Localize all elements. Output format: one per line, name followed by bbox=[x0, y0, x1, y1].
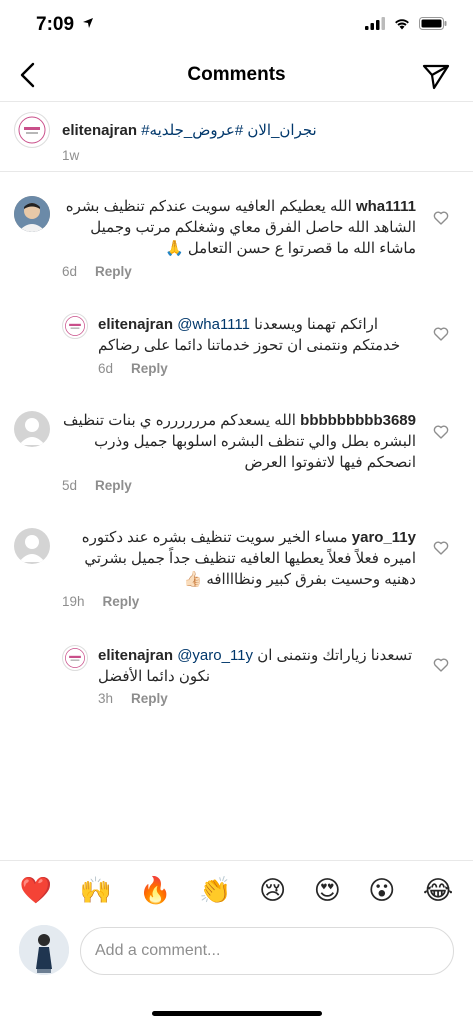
caption-hashtags[interactable]: #نجران_الان #عروض_جلديه bbox=[141, 122, 317, 139]
comment-body: bbbbbbbbb3689 الله يسعدكم مرررررره ي بنا… bbox=[61, 410, 416, 473]
caption-time: 1w bbox=[62, 148, 80, 163]
brand-logo-icon bbox=[65, 316, 85, 336]
reply-button[interactable]: Reply bbox=[103, 594, 140, 609]
comment-meta: 5d Reply bbox=[62, 478, 132, 493]
avatar[interactable] bbox=[14, 112, 50, 148]
comment-time: 6d bbox=[98, 361, 114, 376]
avatar[interactable] bbox=[14, 196, 50, 232]
reply-button[interactable]: Reply bbox=[131, 691, 168, 706]
comment-username[interactable]: bbbbbbbbb3689 bbox=[300, 412, 416, 429]
comment-body: yaro_11y مساء الخير سويت تنظيف بشره عند … bbox=[61, 527, 416, 590]
reply-button[interactable]: Reply bbox=[131, 361, 168, 376]
status-icons bbox=[365, 17, 447, 30]
heart-icon[interactable] bbox=[433, 657, 449, 673]
user-photo-icon bbox=[14, 196, 50, 232]
default-avatar-icon bbox=[19, 535, 45, 562]
emoji-reaction-bar: ❤️ 🙌 🔥 👏 😢 😍 😮 😂 bbox=[0, 860, 473, 920]
comment-username[interactable]: elitenajran bbox=[98, 647, 173, 664]
reply-button[interactable]: Reply bbox=[95, 264, 132, 279]
page-title: Comments bbox=[187, 64, 286, 85]
caption-text: elitenajran #نجران_الان #عروض_جلديه bbox=[62, 120, 442, 141]
nav-bar: Comments bbox=[0, 50, 473, 102]
avatar[interactable] bbox=[62, 645, 88, 671]
emoji-crying[interactable]: 😢 bbox=[259, 876, 286, 906]
battery-icon bbox=[419, 17, 447, 30]
home-indicator bbox=[152, 1011, 322, 1016]
reply-button[interactable]: Reply bbox=[95, 478, 132, 493]
comment-meta: 6d Reply bbox=[98, 361, 168, 376]
emoji-heart[interactable]: ❤️ bbox=[20, 876, 52, 906]
comment-body: elitenajran @yaro_11y تسعدنا زياراتك ونت… bbox=[98, 645, 418, 687]
comment-input-row bbox=[0, 920, 473, 980]
emoji-raised-hands[interactable]: 🙌 bbox=[80, 876, 112, 906]
comment-username[interactable]: yaro_11y bbox=[352, 529, 416, 546]
location-arrow-icon bbox=[83, 18, 94, 28]
heart-icon[interactable] bbox=[433, 326, 449, 342]
comment-meta: 6d Reply bbox=[62, 264, 132, 279]
comment-mention[interactable]: @wha1111 bbox=[177, 316, 250, 333]
wifi-icon bbox=[395, 19, 409, 30]
emoji-heart-eyes[interactable]: 😍 bbox=[314, 876, 341, 906]
comment-time: 6d bbox=[62, 264, 78, 279]
avatar[interactable] bbox=[14, 411, 50, 447]
comment-meta: 19h Reply bbox=[62, 594, 139, 609]
comment-body: elitenajran @wha1111 ارائكم تهمنا ويسعدن… bbox=[98, 314, 418, 356]
status-bar: 7:09 bbox=[0, 0, 473, 50]
comment-meta: 3h Reply bbox=[98, 691, 168, 706]
brand-logo-icon bbox=[18, 116, 46, 144]
caption-username[interactable]: elitenajran bbox=[62, 122, 137, 139]
user-photo-icon bbox=[19, 925, 69, 975]
avatar[interactable] bbox=[14, 528, 50, 564]
emoji-fire[interactable]: 🔥 bbox=[139, 876, 171, 906]
emoji-laughing[interactable]: 😂 bbox=[423, 876, 453, 906]
comment-username[interactable]: elitenajran bbox=[98, 316, 173, 333]
comment-username[interactable]: wha1111 bbox=[356, 198, 416, 215]
comment-time: 19h bbox=[62, 594, 85, 609]
heart-icon[interactable] bbox=[433, 424, 449, 440]
caption-meta: 1w bbox=[62, 148, 79, 163]
heart-icon[interactable] bbox=[433, 540, 449, 556]
comment-body: wha1111 الله يعطيكم العافيه سويت عندكم ت… bbox=[61, 196, 416, 259]
paper-plane-icon[interactable] bbox=[421, 61, 451, 91]
comment-time: 3h bbox=[98, 691, 114, 706]
comment-mention[interactable]: @yaro_11y bbox=[177, 647, 253, 664]
default-avatar-icon bbox=[19, 418, 45, 445]
status-time: 7:09 bbox=[36, 14, 94, 36]
emoji-surprised[interactable]: 😮 bbox=[368, 876, 395, 906]
heart-icon[interactable] bbox=[433, 210, 449, 226]
avatar[interactable] bbox=[62, 313, 88, 339]
comment-input[interactable] bbox=[80, 927, 454, 975]
signal-icon bbox=[365, 17, 385, 30]
post-caption: elitenajran #نجران_الان #عروض_جلديه 1w bbox=[0, 102, 473, 172]
brand-logo-icon bbox=[65, 648, 85, 668]
emoji-clapping[interactable]: 👏 bbox=[199, 876, 231, 906]
comment-time: 5d bbox=[62, 478, 78, 493]
current-user-avatar[interactable] bbox=[19, 925, 69, 975]
